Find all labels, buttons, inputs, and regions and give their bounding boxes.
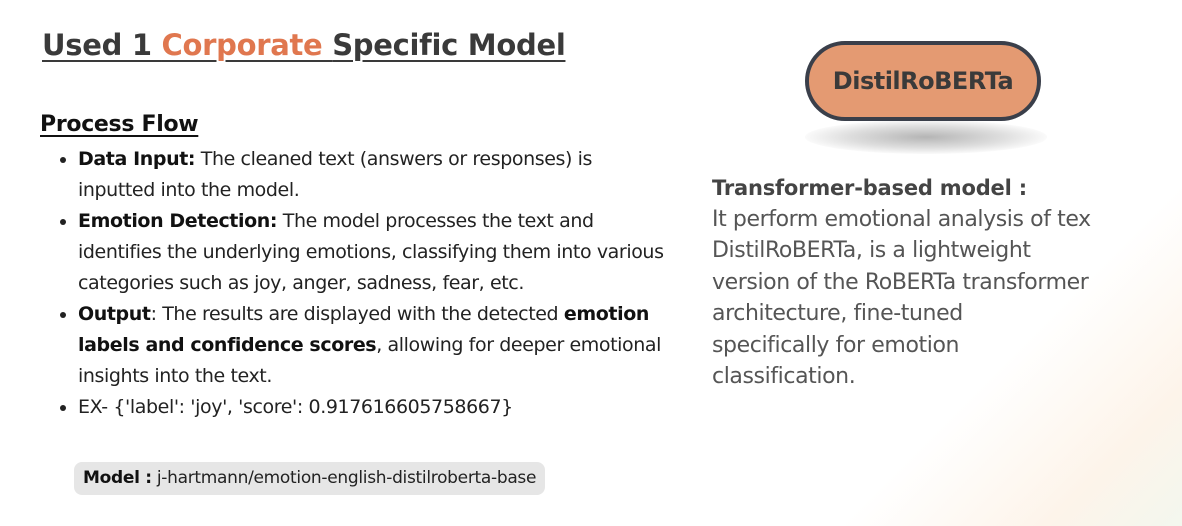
example-text: EX- {'label': 'joy', 'score': 0.91761660… xyxy=(78,396,513,418)
list-item-output: Output: The results are displayed with t… xyxy=(78,299,668,392)
output-text-1: : The results are displayed with the det… xyxy=(150,303,564,325)
description-line: version of the RoBERTa transformer xyxy=(712,269,1089,295)
description-line: DistilRoBERTa, is a lightweight xyxy=(712,238,1031,264)
description-line: It perform emotional analysis of tex xyxy=(712,207,1091,232)
title-part-1: Used 1 xyxy=(42,28,162,62)
badge-shadow xyxy=(805,120,1047,154)
transformer-description: It perform emotional analysis of tex Dis… xyxy=(712,204,1172,392)
title-part-2: Specific Model xyxy=(332,28,566,62)
model-name-pill: Model : j-hartmann/emotion-english-disti… xyxy=(74,462,546,495)
list-item-data-input: Data Input: The cleaned text (answers or… xyxy=(78,144,668,206)
output-label: Output xyxy=(78,303,151,325)
data-input-label: Data Input: xyxy=(78,148,196,170)
page-title: Used 1 Corporate Specific Model xyxy=(42,28,566,62)
model-value: j-hartmann/emotion-english-distilroberta… xyxy=(151,468,537,488)
process-flow-list: Data Input: The cleaned text (answers or… xyxy=(58,144,668,423)
description-line: classification. xyxy=(712,364,856,390)
transformer-heading: Transformer-based model : xyxy=(712,176,1027,200)
model-label: Model : xyxy=(83,468,152,488)
emotion-detection-label: Emotion Detection: xyxy=(78,210,278,232)
description-line: specifically for emotion xyxy=(712,332,960,358)
process-flow-heading: Process Flow xyxy=(40,112,199,137)
list-item-emotion-detection: Emotion Detection: The model processes t… xyxy=(78,206,668,299)
description-line: architecture, fine-tuned xyxy=(712,301,963,327)
title-accent-word: Corporate xyxy=(161,28,333,62)
list-item-example: EX- {'label': 'joy', 'score': 0.91761660… xyxy=(78,392,668,423)
distilroberta-badge: DistilRoBERTa xyxy=(805,41,1041,121)
